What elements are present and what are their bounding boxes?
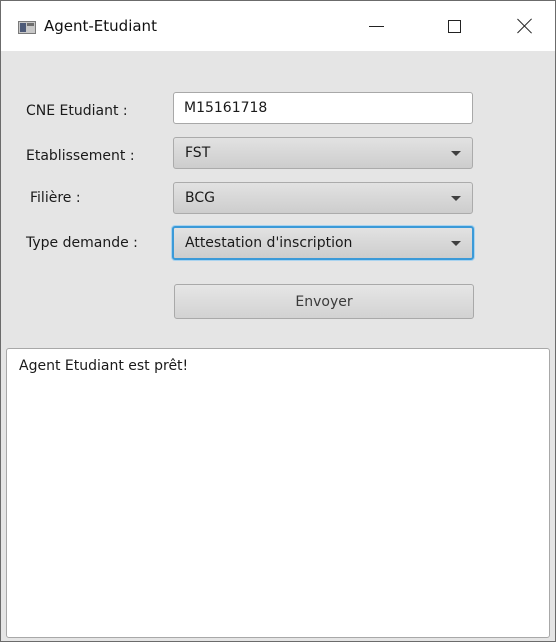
app-window-icon bbox=[18, 21, 36, 34]
maximize-icon bbox=[447, 19, 461, 33]
chevron-down-icon bbox=[451, 241, 461, 246]
title-bar[interactable]: Agent-Etudiant bbox=[1, 1, 555, 51]
type-demande-label: Type demande : bbox=[26, 235, 138, 251]
filiere-select[interactable]: BCG bbox=[173, 182, 473, 214]
minimize-button[interactable] bbox=[348, 1, 404, 51]
log-textarea[interactable]: Agent Etudiant est prêt! bbox=[6, 348, 550, 638]
type-demande-select[interactable]: Attestation d'inscription bbox=[172, 226, 474, 260]
etablissement-select[interactable]: FST bbox=[173, 137, 473, 169]
app-window: Agent-Etudiant CNE Etudiant : Etablissem… bbox=[0, 0, 556, 642]
type-demande-selected-value: Attestation d'inscription bbox=[185, 235, 353, 251]
etablissement-selected-value: FST bbox=[185, 145, 211, 161]
form-panel: CNE Etudiant : Etablissement : FST Filiè… bbox=[1, 51, 555, 641]
filiere-label: Filière : bbox=[30, 190, 81, 206]
close-button[interactable] bbox=[497, 1, 553, 51]
chevron-down-icon bbox=[451, 151, 461, 156]
cne-input[interactable] bbox=[173, 92, 473, 124]
maximize-button[interactable] bbox=[426, 1, 482, 51]
window-title: Agent-Etudiant bbox=[44, 17, 157, 35]
etablissement-label: Etablissement : bbox=[26, 148, 135, 164]
close-icon bbox=[517, 18, 533, 34]
chevron-down-icon bbox=[451, 196, 461, 201]
cne-label: CNE Etudiant : bbox=[26, 103, 128, 119]
minimize-icon bbox=[368, 25, 384, 27]
log-text: Agent Etudiant est prêt! bbox=[19, 358, 189, 374]
filiere-selected-value: BCG bbox=[185, 190, 215, 206]
envoyer-button[interactable]: Envoyer bbox=[174, 284, 474, 319]
